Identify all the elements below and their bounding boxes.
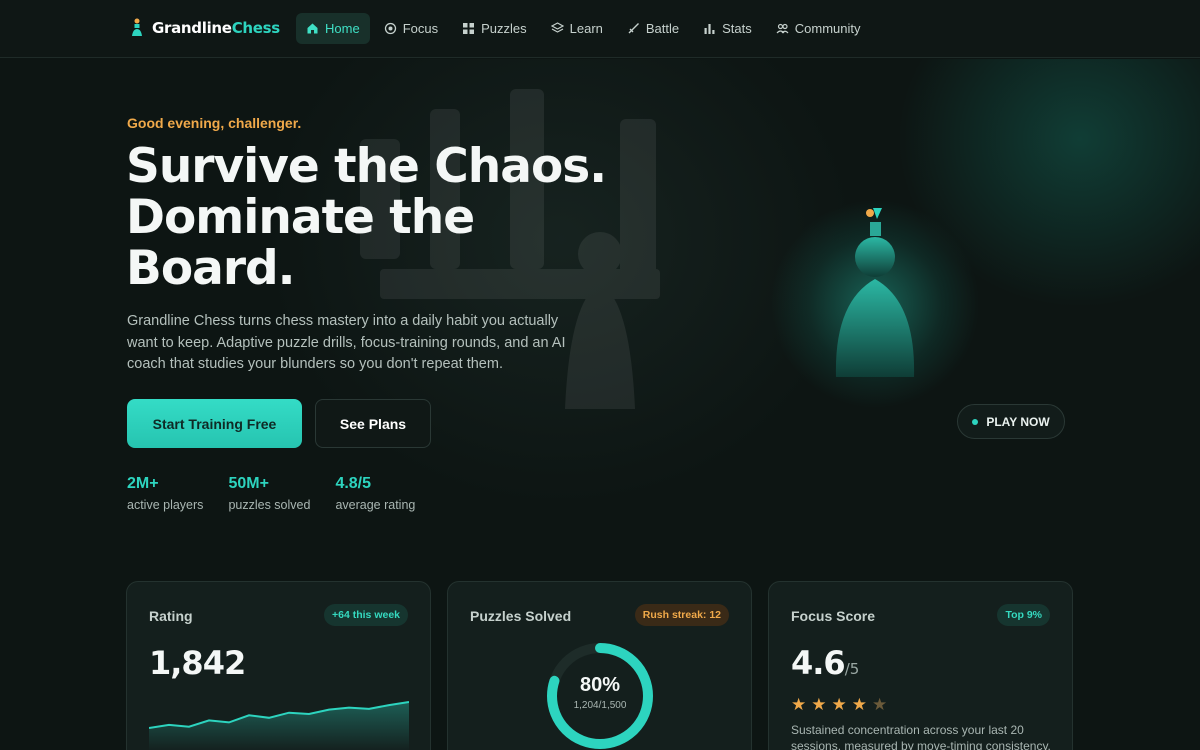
card-title: Focus Score xyxy=(791,608,876,624)
rating-change-badge: +64 this week xyxy=(324,604,408,626)
rating-card[interactable]: Rating +64 this week 1,842 xyxy=(126,581,431,750)
nav-item-stats[interactable]: Stats xyxy=(693,13,762,44)
focus-score: 4.6/5 xyxy=(791,644,859,682)
brand-logo[interactable]: GrandlineChess xyxy=(130,18,280,38)
layers-icon xyxy=(550,22,564,33)
rating-sparkline xyxy=(149,701,409,750)
greeting-text: Good evening, challenger. xyxy=(127,115,302,131)
grid-icon xyxy=(463,23,475,34)
star-icon: ★ xyxy=(831,695,847,714)
stat-label: active players xyxy=(127,498,204,512)
hero-subtext: Grandline Chess turns chess mastery into… xyxy=(127,313,566,372)
nav-label: Stats xyxy=(722,21,752,36)
nav-item-focus[interactable]: Focus xyxy=(374,13,448,44)
puzzles-card[interactable]: Puzzles Solved Rush streak: 12 80% 1,204… xyxy=(447,581,752,750)
nav-label: Focus xyxy=(402,21,439,36)
users-icon xyxy=(776,23,789,34)
stat-value: 50M+ xyxy=(228,475,269,492)
nav-item-puzzles[interactable]: Puzzles xyxy=(452,13,537,44)
focus-score-suffix: /5 xyxy=(844,660,860,678)
see-plans-button[interactable]: See Plans xyxy=(315,399,431,448)
rating-value: 1,842 xyxy=(149,644,246,682)
rush-streak-badge: Rush streak: 12 xyxy=(634,604,729,626)
nav-item-home[interactable]: Home xyxy=(296,13,370,44)
pawn-logo-icon xyxy=(132,18,142,36)
card-title: Puzzles Solved xyxy=(470,608,572,624)
nav-item-learn[interactable]: Learn xyxy=(541,13,613,44)
stat-active-players: 2M+ active players xyxy=(127,475,203,512)
puzzles-percent: 80% xyxy=(579,674,621,696)
nav-item-community[interactable]: Community xyxy=(766,13,871,44)
star-icon: ★ xyxy=(811,695,827,714)
target-icon xyxy=(384,22,396,35)
focus-description: Sustained concentration across your last… xyxy=(791,723,1051,750)
star-rating: ★ ★ ★ ★ ★ xyxy=(791,696,887,713)
star-icon: ★ xyxy=(791,695,807,714)
nav-label: Learn xyxy=(569,21,603,36)
stat-value: 4.8/5 xyxy=(335,475,372,492)
nav-label: Community xyxy=(794,21,861,36)
stat-value: 2M+ xyxy=(127,475,159,492)
bar-chart-icon xyxy=(704,24,715,34)
status-dot-icon xyxy=(972,418,979,425)
star-icon: ★ xyxy=(851,695,867,714)
pawn-illustration-icon xyxy=(835,208,915,377)
hero-headline: Survive the Chaos. Dominate the Board. xyxy=(126,139,607,296)
focus-score-value: 4.6 xyxy=(791,644,846,682)
star-icon: ★ xyxy=(872,695,888,714)
sword-icon xyxy=(628,23,639,34)
start-training-button[interactable]: Start Training Free xyxy=(127,399,302,448)
nav-item-battle[interactable]: Battle xyxy=(617,13,689,44)
nav-label: Puzzles xyxy=(481,21,527,36)
home-icon xyxy=(307,23,318,34)
nav-menu: Home Focus Puzzles Learn Battle Stats Co… xyxy=(296,13,871,44)
focus-card[interactable]: Focus Score Top 9% 4.6/5 ★ ★ ★ ★ ★ Sustained… xyxy=(768,581,1073,750)
stat-label: puzzles solved xyxy=(228,498,311,512)
card-title: Rating xyxy=(149,608,193,624)
stat-puzzles-solved: 50M+ puzzles solved xyxy=(228,475,310,512)
hero-stats: 2M+ active players 50M+ puzzles solved 4… xyxy=(127,475,415,512)
puzzles-count: 1,204/1,500 xyxy=(573,700,627,711)
hero-section: Good evening, challenger. Survive the Ch… xyxy=(0,59,1200,579)
play-now-button[interactable]: PLAY NOW xyxy=(957,404,1065,439)
stat-average-rating: 4.8/5 average rating xyxy=(335,475,415,512)
nav-label: Home xyxy=(325,21,360,36)
nav-label: Battle xyxy=(645,21,680,36)
play-now-label: PLAY NOW xyxy=(986,414,1050,429)
top-nav: GrandlineChess Home Focus Puzzles Learn … xyxy=(0,0,1200,58)
brand-name: GrandlineChess xyxy=(152,19,280,37)
stat-label: average rating xyxy=(335,498,416,512)
top-percent-badge: Top 9% xyxy=(997,604,1050,626)
